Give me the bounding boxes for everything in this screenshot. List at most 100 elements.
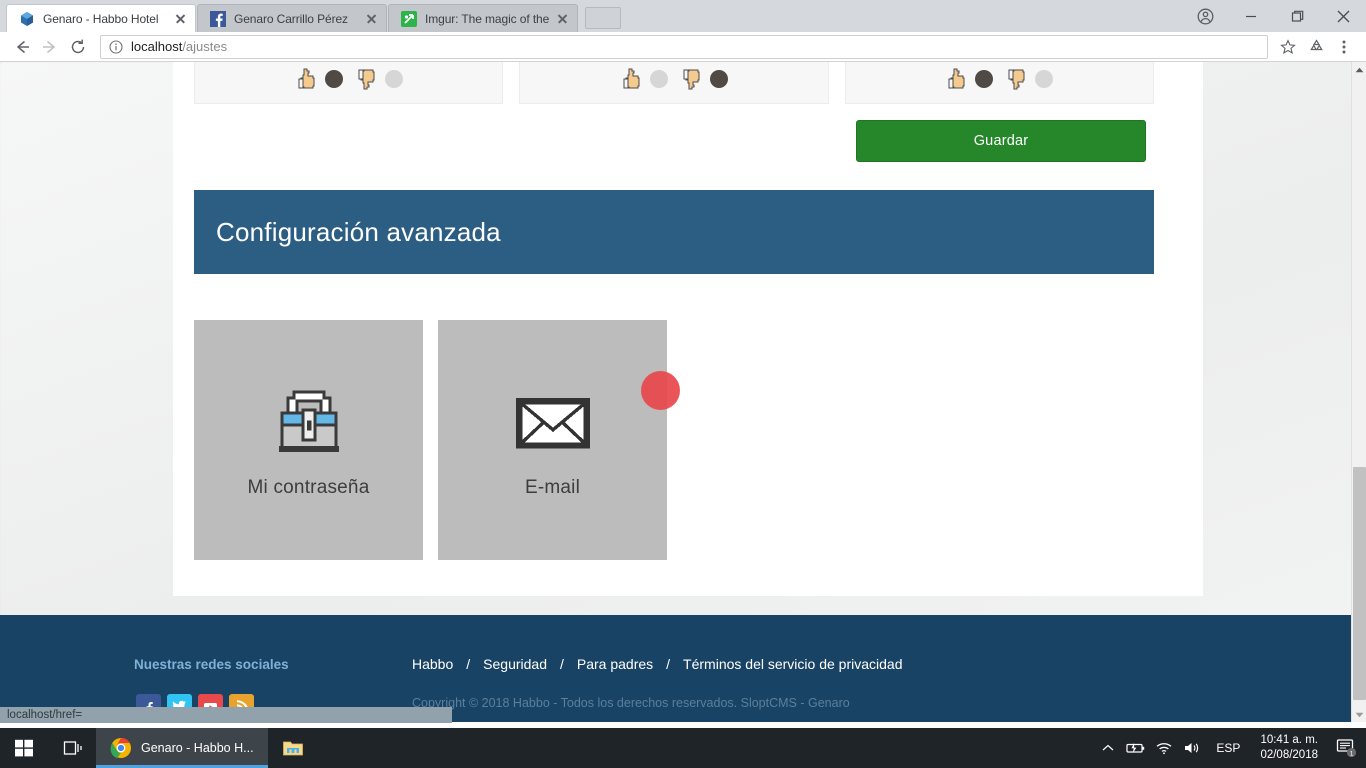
radio-button[interactable]	[709, 70, 728, 88]
footer-copyright: Copyright © 2018 Habbo - Todos los derec…	[412, 696, 850, 710]
close-icon[interactable]	[173, 11, 189, 27]
radio-button[interactable]	[324, 70, 343, 88]
page-info-icon[interactable]	[109, 39, 123, 54]
tile-email[interactable]: E-mail	[438, 320, 667, 560]
tab-title: Genaro Carrillo Pérez	[234, 11, 348, 26]
browser-tab-0[interactable]: Genaro - Habbo Hotel	[6, 4, 196, 32]
imgur-icon	[401, 10, 417, 27]
account-icon[interactable]	[1182, 0, 1228, 32]
task-view-icon[interactable]	[48, 728, 96, 768]
system-tray: ESP 10:41 a. m. 02/08/2018 1	[1094, 728, 1366, 768]
envelope-icon	[514, 383, 592, 461]
windows-start-icon[interactable]	[0, 728, 48, 768]
star-icon[interactable]	[1274, 33, 1302, 61]
advanced-settings-tiles: Mi contraseña E-mail	[194, 320, 667, 560]
footer-link-para-padres[interactable]: Para padres	[577, 656, 653, 672]
settings-card: Guardar Configuración avanzada Mi contra…	[173, 62, 1203, 596]
footer-social-title: Nuestras redes sociales	[134, 657, 289, 672]
taskbar-app-label: Genaro - Habbo H...	[141, 741, 254, 755]
footer-link-seguridad[interactable]: Seguridad	[483, 656, 547, 672]
chrome-icon	[110, 737, 132, 759]
window-controls	[1182, 0, 1366, 32]
browser-tab-2[interactable]: Imgur: The magic of the I	[388, 4, 578, 32]
footer-link-terminos[interactable]: Términos del servicio de privacidad	[683, 656, 902, 672]
link-status-tooltip: localhost/href=	[0, 707, 452, 723]
thumbs-down-icon	[355, 66, 379, 92]
radio-button[interactable]	[975, 70, 994, 88]
svg-text:1: 1	[1350, 750, 1354, 757]
rating-options-row	[194, 62, 1154, 104]
new-tab-button[interactable]	[585, 7, 621, 29]
volume-icon[interactable]	[1178, 728, 1206, 768]
wifi-icon[interactable]	[1150, 728, 1178, 768]
scroll-up-arrow-icon[interactable]	[1352, 62, 1366, 77]
site-footer: Nuestras redes sociales Habbo / Segurida…	[0, 615, 1352, 722]
scroll-down-arrow-icon[interactable]	[1352, 707, 1366, 722]
rating-thumbs-down-option[interactable]	[1005, 66, 1054, 92]
scrollbar-thumb[interactable]	[1353, 467, 1366, 700]
rating-thumbs-down-option[interactable]	[680, 66, 728, 92]
advanced-settings-header: Configuración avanzada	[194, 190, 1154, 274]
footer-links: Habbo / Seguridad / Para padres / Términ…	[412, 656, 902, 672]
taskbar-app-file-explorer[interactable]	[268, 728, 318, 768]
radio-button[interactable]	[1035, 70, 1054, 88]
thumbs-up-icon	[945, 66, 969, 92]
rating-thumbs-up-option[interactable]	[295, 66, 343, 92]
address-host: localhost	[131, 39, 183, 54]
chrome-browser-window: Genaro - Habbo Hotel Genaro Carrillo Pér…	[0, 0, 1366, 723]
tab-strip: Genaro - Habbo Hotel Genaro Carrillo Pér…	[6, 0, 621, 32]
back-arrow-icon[interactable]	[8, 33, 36, 61]
radio-button[interactable]	[384, 70, 403, 88]
close-icon[interactable]	[1320, 0, 1366, 32]
rating-group-1	[519, 62, 829, 104]
browser-toolbar: localhost/ajustes	[0, 32, 1366, 62]
thumbs-up-icon	[295, 66, 319, 92]
vertical-scrollbar[interactable]	[1351, 62, 1366, 722]
three-dot-menu-icon[interactable]	[1330, 33, 1358, 61]
save-button[interactable]: Guardar	[856, 120, 1146, 162]
battery-icon[interactable]	[1122, 728, 1150, 768]
tab-title: Genaro - Habbo Hotel	[43, 11, 159, 26]
cursor-highlight-dot	[641, 371, 680, 410]
clock[interactable]: 10:41 a. m. 02/08/2018	[1250, 733, 1328, 763]
rating-thumbs-up-option[interactable]	[620, 66, 668, 92]
windows-taskbar: Genaro - Habbo H... ESP 10:41 a. m. 02/0…	[0, 728, 1366, 768]
forward-arrow-icon	[36, 33, 64, 61]
tile-mi-contrasena[interactable]: Mi contraseña	[194, 320, 423, 560]
browser-titlebar: Genaro - Habbo Hotel Genaro Carrillo Pér…	[0, 0, 1366, 32]
thumbs-up-icon	[620, 66, 644, 92]
reload-icon[interactable]	[64, 33, 92, 61]
clock-date: 02/08/2018	[1260, 749, 1318, 761]
browser-tab-1[interactable]: Genaro Carrillo Pérez	[197, 4, 387, 32]
footer-separator: /	[666, 656, 671, 672]
file-explorer-icon	[282, 737, 304, 759]
close-icon[interactable]	[555, 11, 571, 27]
page-viewport: Guardar Configuración avanzada Mi contra…	[0, 62, 1366, 722]
taskbar-app-chrome[interactable]: Genaro - Habbo H...	[96, 728, 268, 768]
minimize-icon[interactable]	[1228, 0, 1274, 32]
facebook-icon	[210, 10, 226, 27]
tab-title: Imgur: The magic of the I	[425, 11, 551, 26]
address-path: /ajustes	[182, 39, 228, 54]
page-title: Configuración avanzada	[216, 216, 501, 247]
rating-thumbs-up-option[interactable]	[945, 66, 994, 92]
save-button-row: Guardar	[194, 120, 1154, 162]
tile-label: Mi contraseña	[247, 477, 370, 498]
footer-link-habbo[interactable]: Habbo	[412, 656, 453, 672]
thumbs-down-icon	[1005, 66, 1029, 92]
thumbs-down-icon	[680, 66, 704, 92]
padlock-icon	[270, 383, 348, 461]
maximize-icon[interactable]	[1274, 0, 1320, 32]
language-indicator[interactable]: ESP	[1206, 741, 1250, 755]
clock-time: 10:41 a. m.	[1260, 734, 1318, 746]
address-bar[interactable]: localhost/ajustes	[100, 34, 1268, 59]
recycle-icon[interactable]	[1302, 33, 1330, 61]
rating-group-2	[844, 62, 1154, 104]
close-icon[interactable]	[364, 11, 380, 27]
habbo-icon	[19, 11, 35, 27]
show-hidden-icons-icon[interactable]	[1094, 728, 1122, 768]
rating-thumbs-down-option[interactable]	[355, 66, 403, 92]
action-center-icon[interactable]: 1	[1328, 728, 1366, 768]
tile-label: E-mail	[524, 477, 581, 498]
radio-button[interactable]	[649, 70, 668, 88]
